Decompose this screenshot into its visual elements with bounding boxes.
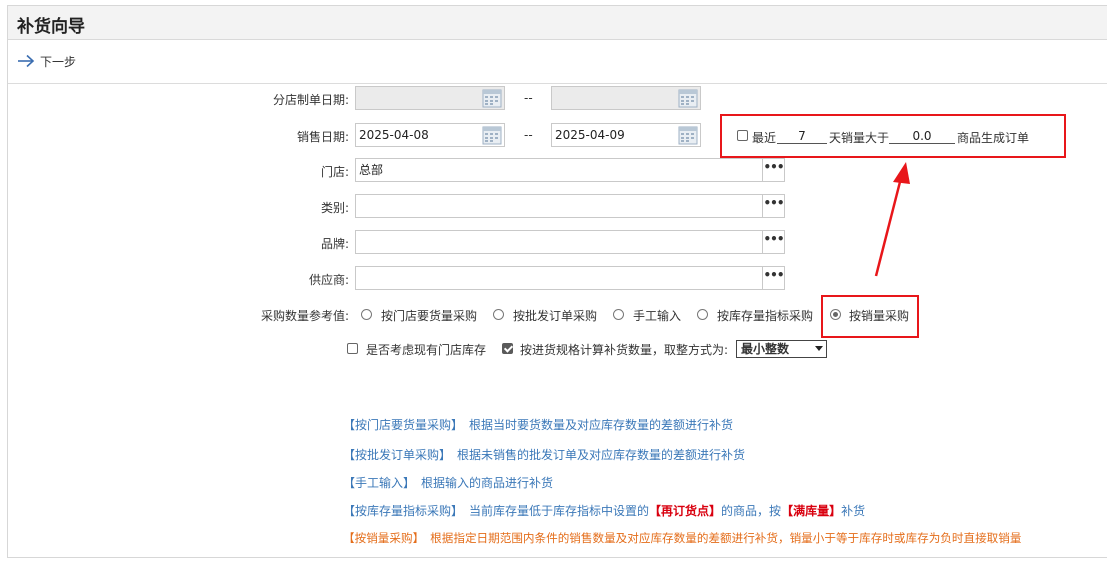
recent-sales-prefix: 最近 — [752, 131, 777, 145]
category-input[interactable] — [355, 194, 763, 218]
recent-sales-mid: 天销量大于 — [829, 131, 890, 145]
sales-threshold-input[interactable]: 0.0 — [889, 129, 955, 144]
brand-input[interactable] — [355, 230, 763, 254]
supplier-picker-button[interactable]: ••• — [762, 266, 785, 290]
brand-picker-button[interactable]: ••• — [762, 230, 785, 254]
brand-label: 品牌: — [320, 237, 349, 251]
option-wholesale-order-label: 按批发订单采购 — [513, 309, 598, 323]
note-manual-input: 【手工输入】 根据输入的商品进行补货 — [343, 476, 554, 490]
calendar-icon[interactable] — [677, 124, 699, 146]
option-stock-indicator-label: 按库存量指标采购 — [717, 309, 814, 323]
radio-manual-input[interactable] — [613, 309, 624, 320]
category-picker-button[interactable]: ••• — [762, 194, 785, 218]
annotation-arrow — [874, 162, 910, 277]
sales-date-label: 销售日期: — [296, 130, 349, 144]
branch-date-label: 分店制单日期: — [272, 93, 349, 107]
note-store-request: 【按门店要货量采购】 根据当时要货数量及对应库存数量的差额进行补货 — [343, 418, 734, 432]
branch-date-separator: -- — [524, 91, 533, 105]
calendar-icon[interactable] — [481, 87, 503, 109]
rounding-select-value: 最小整数 — [741, 342, 790, 356]
recent-sales-suffix: 商品生成订单 — [957, 131, 1030, 145]
option-store-request-label: 按门店要货量采购 — [381, 309, 478, 323]
store-input[interactable]: 总部 — [355, 158, 763, 182]
radio-store-request[interactable] — [361, 309, 372, 320]
next-step-button[interactable]: 下一步 — [17, 51, 76, 71]
calendar-icon[interactable] — [481, 124, 503, 146]
arrow-right-icon — [18, 54, 35, 68]
chevron-down-icon — [815, 346, 823, 351]
purchase-ref-label: 采购数量参考值: — [260, 309, 349, 323]
page-title: 补货向导 — [17, 17, 85, 37]
note-by-sales: 【按销量采购】 根据指定日期范围内条件的销售数量及对应库存数量的差额进行补货，销量… — [343, 531, 1022, 545]
option-manual-input-label: 手工输入 — [633, 309, 682, 323]
radio-wholesale-order[interactable] — [493, 309, 504, 320]
category-label: 类别: — [320, 201, 349, 215]
radio-by-sales[interactable] — [830, 309, 841, 320]
by-spec-label: 按进货规格计算补货数量，取整方式为: — [520, 343, 729, 357]
consider-stock-label: 是否考虑现有门店库存 — [366, 343, 487, 357]
by-spec-checkbox[interactable] — [502, 343, 513, 354]
calendar-icon[interactable] — [677, 87, 699, 109]
store-label: 门店: — [320, 165, 349, 179]
recent-days-input[interactable]: 7 — [777, 129, 827, 144]
consider-stock-checkbox[interactable] — [347, 343, 358, 354]
recent-sales-checkbox[interactable] — [737, 130, 748, 141]
next-step-label: 下一步 — [40, 54, 77, 69]
supplier-input[interactable] — [355, 266, 763, 290]
supplier-label: 供应商: — [308, 273, 349, 287]
option-by-sales-label: 按销量采购 — [849, 309, 910, 323]
store-picker-button[interactable]: ••• — [762, 158, 785, 182]
rounding-select[interactable]: 最小整数 — [736, 340, 827, 358]
sales-date-separator: -- — [524, 128, 533, 142]
note-stock-indicator: 【按库存量指标采购】 当前库存量低于库存指标中设置的【再订货点】的商品，按【满库量… — [343, 504, 866, 518]
note-wholesale-order: 【按批发订单采购】 根据未销售的批发订单及对应库存数量的差额进行补货 — [343, 448, 746, 462]
title-bar: 补货向导 — [8, 6, 1107, 40]
toolbar: 下一步 — [8, 40, 1107, 84]
radio-stock-indicator[interactable] — [697, 309, 708, 320]
